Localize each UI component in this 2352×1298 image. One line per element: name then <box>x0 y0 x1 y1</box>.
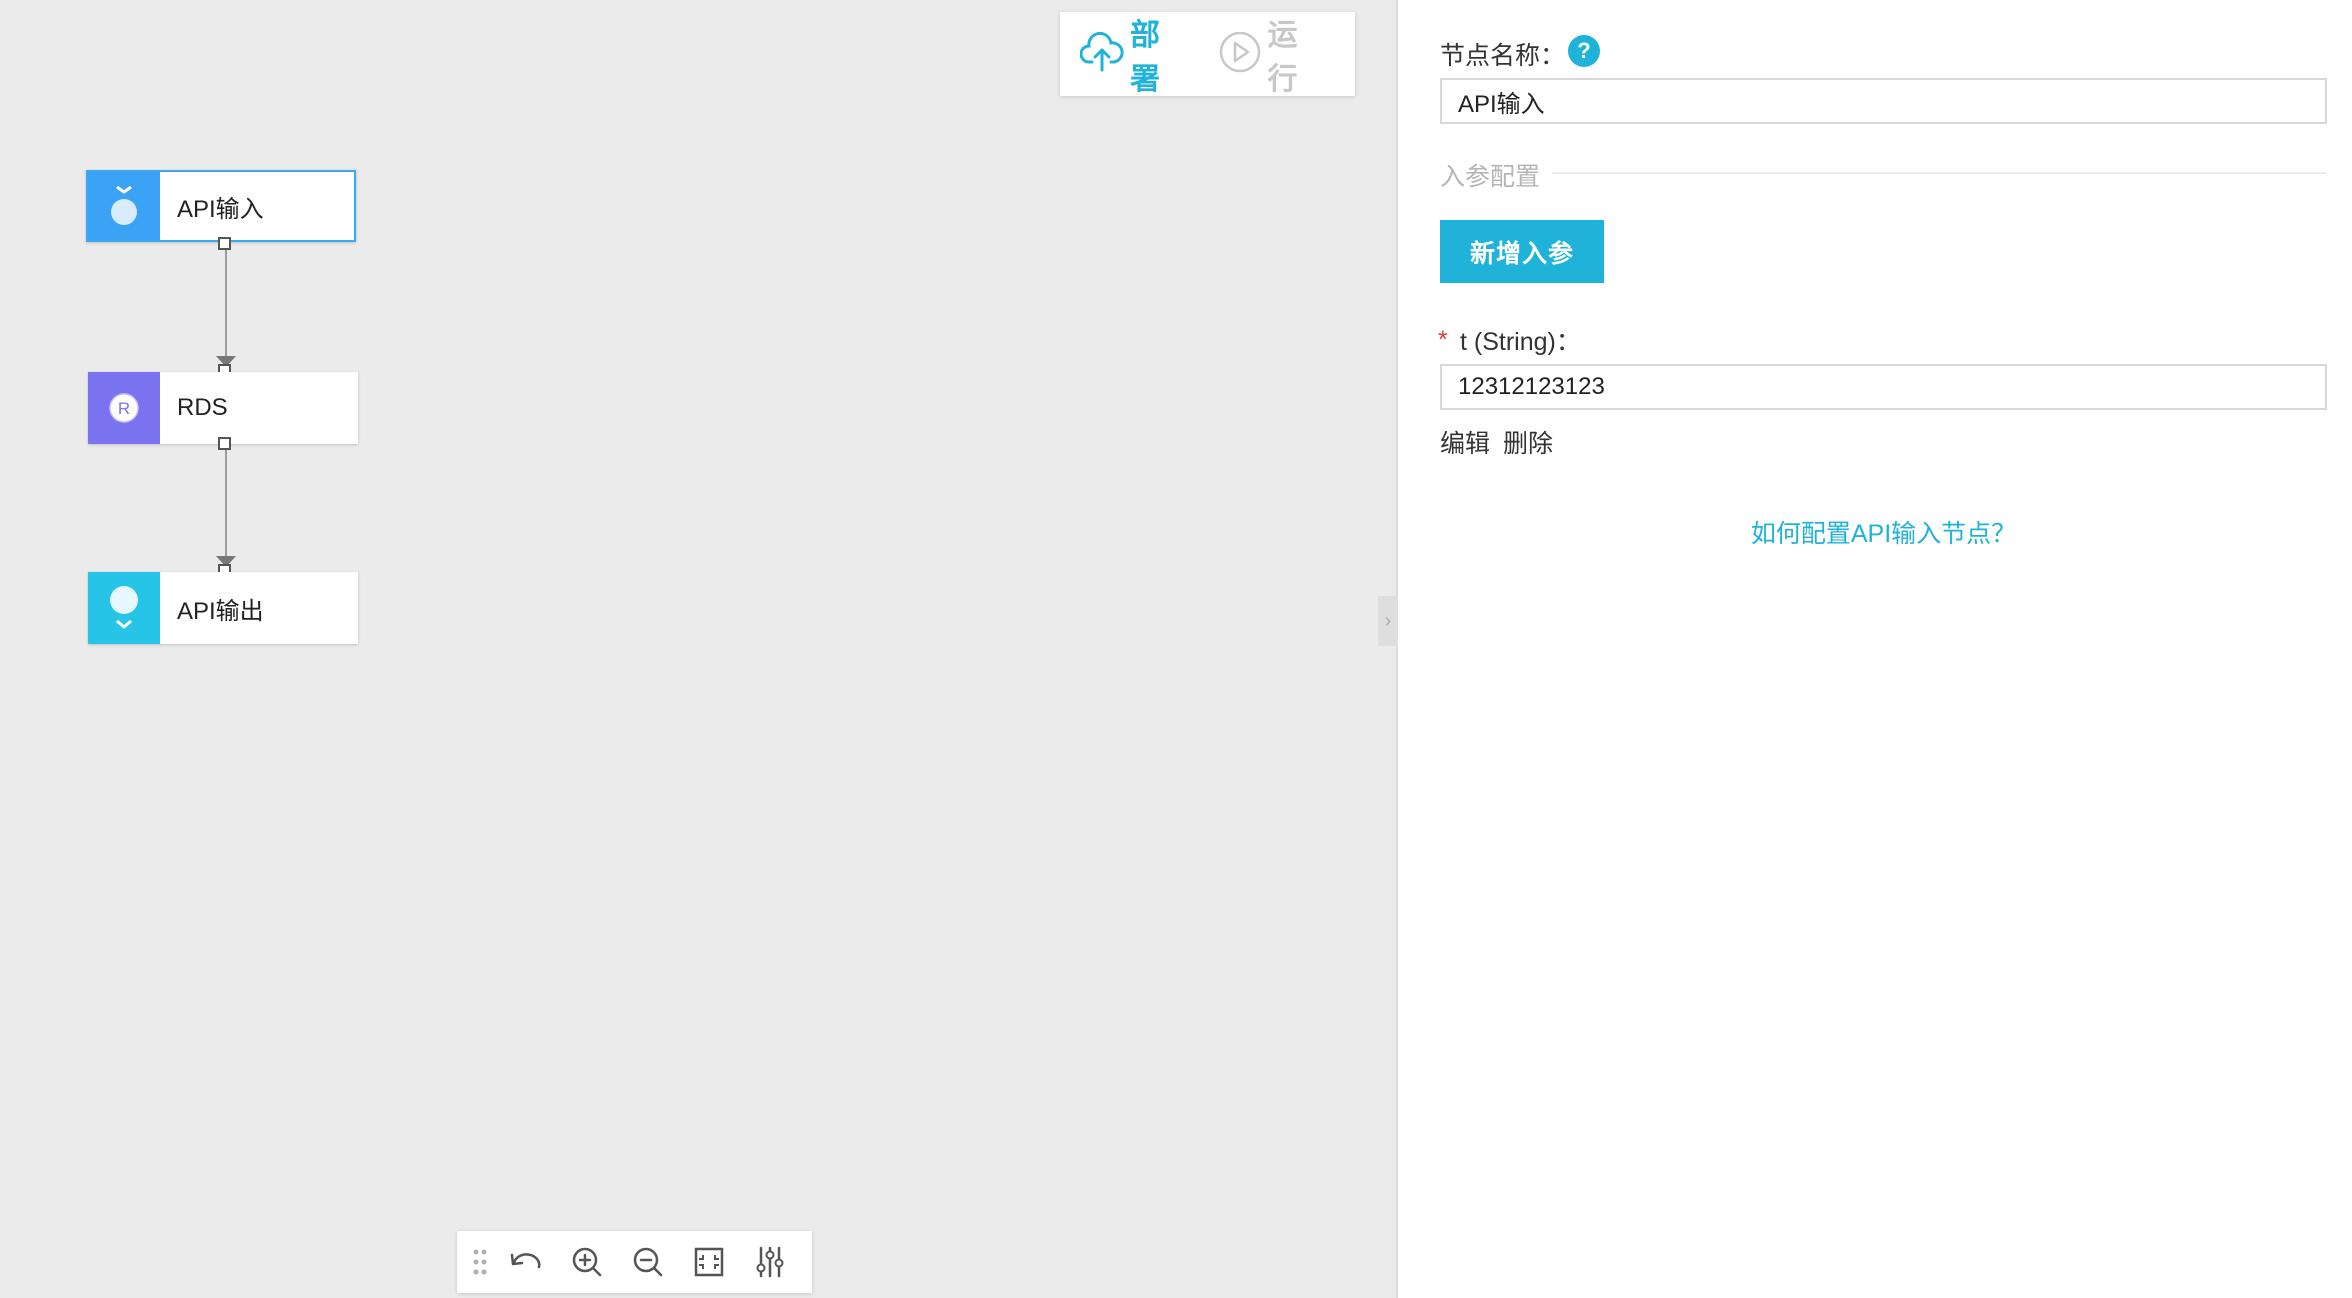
flow-node-api-input[interactable]: API输入 <box>86 170 356 242</box>
delete-param-link[interactable]: 删除 <box>1503 424 1553 460</box>
node-label: RDS <box>177 394 228 421</box>
api-input-icon <box>88 172 160 240</box>
node-label: API输入 <box>177 195 264 223</box>
node-label: API输出 <box>177 597 264 625</box>
undo-icon[interactable] <box>495 1231 556 1293</box>
canvas-bottom-toolbar <box>457 1231 812 1293</box>
connection-edge[interactable] <box>225 250 227 356</box>
fit-view-icon[interactable] <box>678 1231 739 1293</box>
node-name-label: 节点名称： <box>1440 42 1566 70</box>
flow-canvas[interactable]: 部署 运行 API输入 R RDS API输出 › <box>0 0 1398 1298</box>
canvas-top-toolbar: 部署 运行 <box>1060 12 1355 96</box>
section-divider <box>1552 172 2327 174</box>
settings-sliders-icon[interactable] <box>739 1231 800 1293</box>
flow-node-rds[interactable]: R RDS <box>88 372 358 444</box>
cloud-upload-icon <box>1079 31 1124 77</box>
run-button[interactable]: 运行 <box>1218 10 1322 98</box>
param-value-input[interactable] <box>1440 364 2327 410</box>
edit-param-link[interactable]: 编辑 <box>1440 424 1490 460</box>
chevron-right-icon: › <box>1384 609 1392 632</box>
deploy-label: 部署 <box>1130 19 1161 96</box>
panel-collapse-handle[interactable]: › <box>1378 596 1398 646</box>
zoom-out-icon[interactable] <box>617 1231 678 1293</box>
properties-panel <box>1398 0 2352 1298</box>
flow-node-api-output[interactable]: API输出 <box>88 572 358 644</box>
rds-icon-letter: R <box>118 399 130 418</box>
param-label: t (String)： <box>1460 328 1581 356</box>
add-param-button[interactable]: 新增入参 <box>1440 220 1604 283</box>
help-doc-link[interactable]: 如何配置API输入节点？ <box>1440 514 2327 550</box>
rds-icon: R <box>88 372 160 444</box>
required-icon: * <box>1438 326 1448 354</box>
run-label: 运行 <box>1267 19 1299 96</box>
deploy-button[interactable]: 部署 <box>1079 10 1184 98</box>
output-port[interactable] <box>218 237 231 250</box>
play-circle-icon <box>1218 30 1262 79</box>
zoom-in-icon[interactable] <box>556 1231 617 1293</box>
api-output-icon <box>88 572 160 644</box>
drag-handle-icon[interactable] <box>465 1231 495 1293</box>
output-port[interactable] <box>218 437 231 450</box>
section-title-params: 入参配置 <box>1440 163 1541 191</box>
node-name-input[interactable] <box>1440 78 2327 124</box>
help-icon[interactable]: ? <box>1568 35 1600 67</box>
connection-edge[interactable] <box>225 450 227 556</box>
